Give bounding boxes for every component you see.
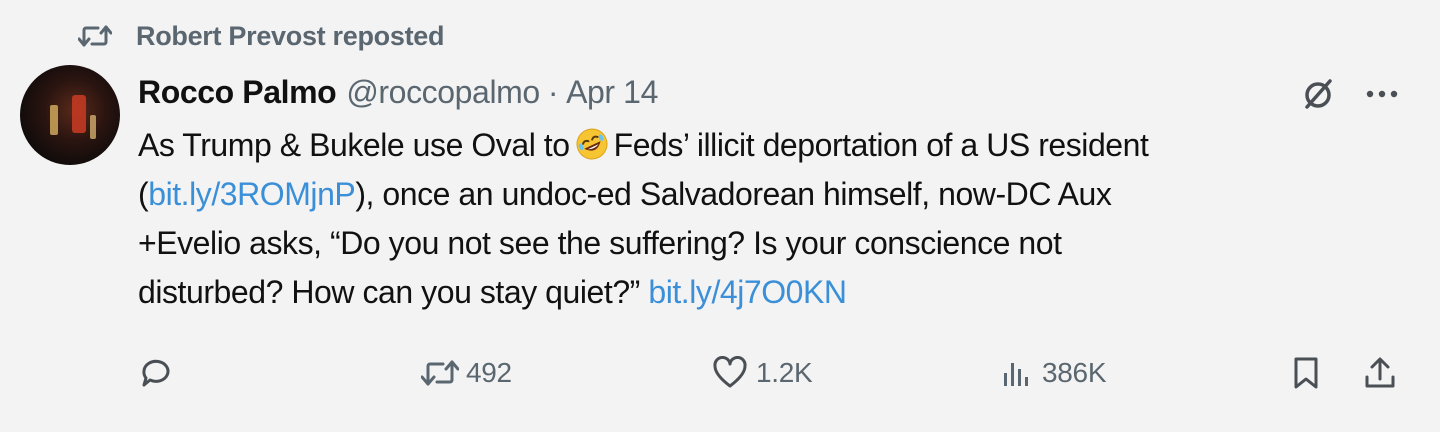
separator-dot: ·: [547, 73, 559, 110]
avatar-detail: [90, 115, 96, 139]
tweet-text-segment: (: [138, 176, 149, 212]
tweet-text-segment: disturbed? How can you stay quiet?”: [138, 274, 640, 310]
tweet-text-segment: ), once an undoc-ed Salvadorean himself,…: [355, 176, 1112, 212]
avatar[interactable]: [20, 65, 120, 165]
tweet-line-3: +Evelio asks, “Do you not see the suffer…: [138, 225, 1062, 261]
views-count: 386K: [1042, 357, 1107, 388]
rolling-on-floor-laughing-emoji: [574, 126, 610, 162]
grok-icon[interactable]: [1296, 74, 1340, 114]
action-bar: 492 1.2K 386K: [0, 348, 1440, 398]
tweet-line-2: (bit.ly/3ROMjnP), once an undoc-ed Salva…: [138, 170, 1418, 219]
avatar-detail: [50, 105, 58, 135]
heart-icon: [710, 353, 750, 393]
tweet-date[interactable]: Apr 14: [566, 74, 658, 111]
tweet-link-1[interactable]: bit.ly/3ROMjnP: [148, 176, 356, 212]
tweet-text-segment: As Trump & Bukele use Oval to: [138, 127, 570, 163]
tweet-text-segment: Feds’ illicit deportation of a US reside…: [613, 127, 1149, 163]
share-button[interactable]: [1360, 348, 1406, 398]
tweet-card: Robert Prevost reposted Rocco Palmo @roc…: [0, 0, 1440, 432]
repost-icon: [78, 21, 118, 51]
repost-text[interactable]: Robert Prevost reposted: [136, 21, 444, 52]
repost-context[interactable]: Robert Prevost reposted: [78, 18, 444, 54]
share-icon: [1360, 353, 1400, 393]
like-count: 1.2K: [756, 357, 813, 388]
like-button[interactable]: 1.2K: [710, 348, 813, 398]
tweet-link-2[interactable]: bit.ly/4j7O0KN: [648, 274, 847, 310]
repost-icon: [420, 353, 460, 393]
avatar-detail: [72, 95, 86, 133]
repost-button[interactable]: 492: [420, 348, 512, 398]
reply-icon: [136, 353, 176, 393]
tweet-text: As Trump & Bukele use Oval to Feds’ illi…: [138, 121, 1418, 317]
repost-count: 492: [466, 357, 512, 388]
tweet-header: Rocco Palmo @roccopalmo · Apr 14: [138, 70, 658, 114]
analytics-icon: [996, 353, 1036, 393]
tweet-line-1: As Trump & Bukele use Oval to Feds’ illi…: [138, 121, 1418, 170]
reply-button[interactable]: [136, 348, 182, 398]
bookmark-button[interactable]: [1286, 348, 1332, 398]
tweet-line-4: disturbed? How can you stay quiet?” bit.…: [138, 268, 1418, 317]
more-options-icon[interactable]: [1360, 74, 1404, 114]
author-handle[interactable]: @roccopalmo: [346, 74, 540, 111]
author-name[interactable]: Rocco Palmo: [138, 74, 337, 111]
bookmark-icon: [1286, 353, 1326, 393]
views-button[interactable]: 386K: [996, 348, 1107, 398]
